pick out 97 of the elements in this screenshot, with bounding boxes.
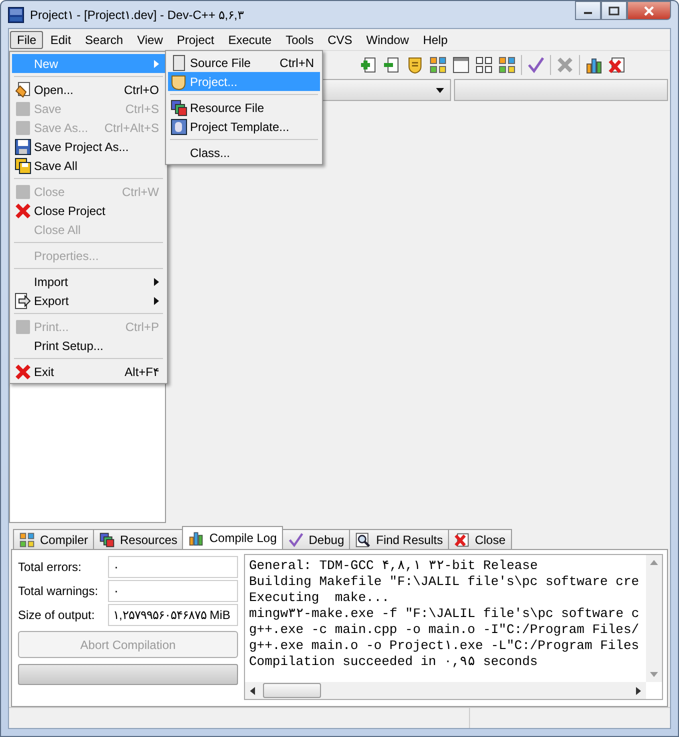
- squares-icon: [171, 100, 187, 116]
- panel-tab[interactable]: Compiler: [13, 529, 94, 549]
- shortcut-text: Ctrl+P: [125, 320, 159, 334]
- bar-chart-icon: [188, 530, 204, 546]
- submenu-arrow-icon: [154, 296, 159, 304]
- submenu-arrow-icon: [154, 278, 159, 286]
- menu-item[interactable]: Save All: [12, 156, 165, 175]
- menu-item[interactable]: Window: [359, 30, 416, 48]
- submenu-arrow-icon: [154, 60, 159, 68]
- menu-item[interactable]: File: [10, 30, 44, 48]
- minimize-button[interactable]: [575, 1, 601, 20]
- dropdown-arrow-icon: [436, 88, 444, 92]
- tab-label: Find Results: [376, 532, 443, 546]
- shortcut-text: Ctrl+N: [280, 56, 314, 70]
- blank-icon: [15, 100, 31, 116]
- shortcut-text: Ctrl+Alt+S: [104, 120, 159, 134]
- panel-tab[interactable]: Close: [448, 529, 512, 549]
- shield-icon: [171, 74, 187, 90]
- panel-tab[interactable]: Find Results: [349, 529, 449, 549]
- panel-tab[interactable]: Resources: [93, 529, 184, 549]
- grid-icon[interactable]: [498, 56, 516, 74]
- menu-item[interactable]: CVS: [320, 30, 360, 48]
- menu-item[interactable]: Class...: [168, 143, 320, 162]
- log-line: g++.exe main.o -o Project۱.exe -L"C:/Program Files: [249, 638, 640, 654]
- dropdown-field[interactable]: [454, 79, 668, 101]
- maximize-button[interactable]: [601, 1, 627, 20]
- bar-chart-icon[interactable]: [585, 56, 603, 74]
- log-line: g++.exe -c main.cpp -o main.o -I"C:/Program Files/: [249, 622, 640, 638]
- magnifier-icon: [355, 532, 372, 548]
- page-icon: [171, 54, 187, 70]
- menu-item[interactable]: Resource File: [168, 98, 320, 117]
- menu-item[interactable]: Save Project As...: [12, 137, 165, 156]
- blank-icon: [15, 120, 31, 136]
- shortcut-text: Ctrl+O: [124, 82, 159, 96]
- add-file-icon[interactable]: [360, 56, 378, 74]
- log-line: Executing make...: [249, 590, 390, 606]
- log-line: General: TDM-GCC ۴,۸,۱ ۳۲-bit Release: [249, 558, 538, 574]
- close-icon: [454, 532, 470, 548]
- cross-icon: [15, 202, 31, 218]
- remove-file-icon[interactable]: [383, 56, 401, 74]
- tab-label: Compile Log: [209, 531, 277, 545]
- delete-icon[interactable]: [608, 56, 626, 74]
- shortcut-text: Ctrl+S: [125, 102, 159, 116]
- menu-item[interactable]: Edit: [43, 30, 78, 48]
- export-icon: [15, 292, 31, 308]
- log-line: Compilation succeeded in ۰,۹۵ seconds: [249, 654, 538, 670]
- log-line: mingw۳۲-make.exe -f "F:\JALIL file's\pc software c: [249, 606, 640, 622]
- shield-icon[interactable]: [406, 56, 424, 74]
- menu-item[interactable]: Source File Ctrl+N: [168, 53, 320, 72]
- menu-item[interactable]: Tools: [278, 30, 321, 48]
- open-file-icon: [15, 82, 31, 98]
- blank-icon: [15, 184, 31, 200]
- shortcut-text: Alt+F۴: [124, 364, 159, 378]
- scroll-right-icon[interactable]: [636, 686, 641, 694]
- grid-icon[interactable]: [475, 56, 493, 74]
- stat-field[interactable]: ۰: [108, 580, 238, 602]
- template-icon: [171, 118, 187, 134]
- stat-field[interactable]: ۰: [108, 556, 238, 578]
- menu-item[interactable]: Help: [416, 30, 455, 48]
- floppy-disks-icon: [15, 158, 31, 174]
- close-button[interactable]: [627, 1, 671, 20]
- stat-field[interactable]: ۱,۲۵۷۹۹۵۶۰۵۴۶۸۷۵ MiB: [108, 604, 238, 626]
- menu-item[interactable]: Execute: [221, 30, 279, 48]
- menu-item[interactable]: Import: [12, 272, 165, 291]
- tab-label: Resources: [120, 532, 178, 546]
- menu-item[interactable]: Close Project: [12, 201, 165, 220]
- grid-icon[interactable]: [429, 56, 447, 74]
- close-icon: [643, 6, 655, 16]
- stat-label: Total errors:: [18, 560, 82, 574]
- tab-label: Debug: [308, 532, 344, 546]
- tab-label: Compiler: [40, 532, 88, 546]
- maximize-icon: [608, 6, 620, 16]
- tab-label: Close: [474, 532, 506, 546]
- scroll-left-icon[interactable]: [250, 686, 255, 694]
- cross-icon: [15, 364, 31, 380]
- window-title: Project۱ - [Project۱.dev] - Dev-C++ ۵,۶,۳: [30, 8, 244, 22]
- menu-item[interactable]: Search: [78, 30, 130, 48]
- app-icon: [8, 6, 24, 22]
- check-icon[interactable]: [527, 56, 545, 74]
- squares-icon: [99, 532, 116, 548]
- scroll-thumb[interactable]: [263, 683, 321, 698]
- menu-item[interactable]: Export: [12, 291, 165, 310]
- menu-item[interactable]: Project: [170, 30, 222, 48]
- panel-tab[interactable]: Debug: [282, 529, 350, 549]
- stat-label: Size of output:: [18, 608, 96, 622]
- window-icon[interactable]: [452, 56, 470, 74]
- horizontal-scrollbar[interactable]: [245, 682, 646, 699]
- grid-icon: [19, 532, 35, 548]
- check-icon: [288, 532, 304, 548]
- menu-item[interactable]: Open... Ctrl+O: [12, 80, 165, 99]
- panel-tab[interactable]: Compile Log: [182, 526, 283, 549]
- menu-item[interactable]: Project Template...: [168, 117, 320, 136]
- shortcut-text: Ctrl+W: [122, 184, 159, 198]
- menu-item[interactable]: Print Setup...: [12, 336, 165, 355]
- log-line: Building Makefile "F:\JALIL file's\pc software cre: [249, 574, 640, 590]
- stat-label: Total warnings:: [18, 584, 100, 598]
- menu-item[interactable]: View: [130, 30, 170, 48]
